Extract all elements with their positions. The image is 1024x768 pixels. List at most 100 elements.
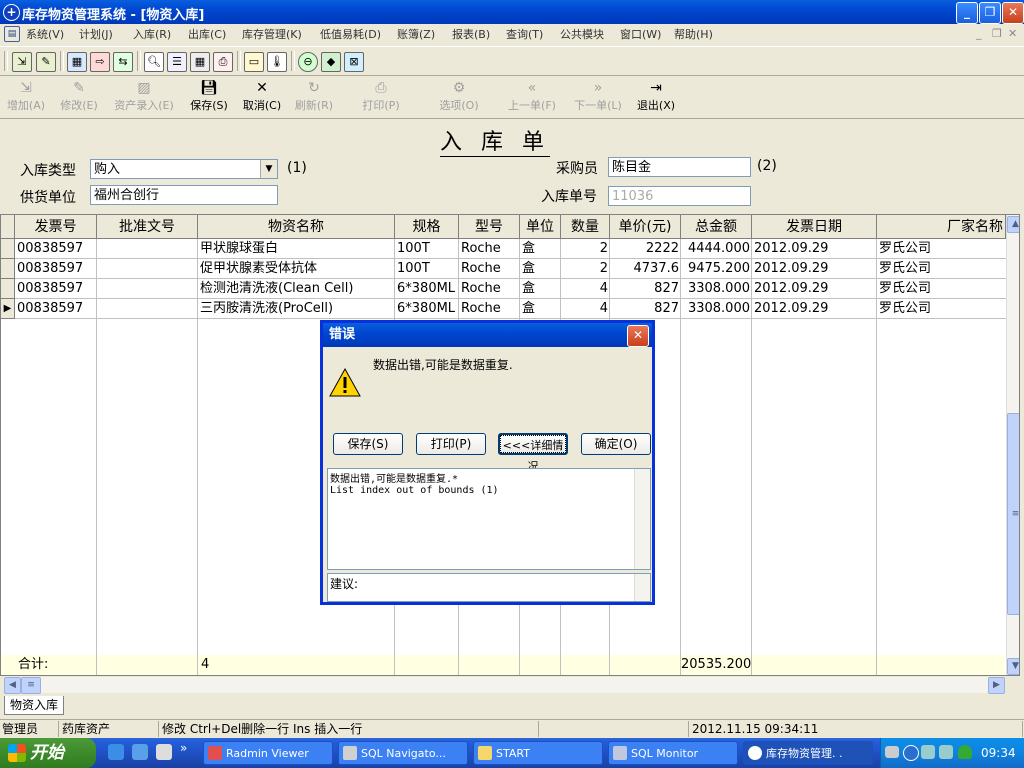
ie-icon[interactable] — [108, 744, 124, 760]
menu-outbound[interactable]: 出库(C) — [188, 26, 226, 42]
cancel-button[interactable]: ✕ 取消(C) — [240, 79, 284, 115]
task-radmin[interactable]: Radmin Viewer — [203, 741, 333, 765]
print-button[interactable]: ⎙ 打印(P) — [359, 79, 403, 115]
dialog-details-memo[interactable]: 数据出错,可能是数据重复.* List index out of bounds … — [327, 468, 651, 570]
task-start-folder[interactable]: START — [473, 741, 603, 765]
add-button[interactable]: ⇲ 增加(A) — [4, 79, 48, 115]
horizontal-scrollbar[interactable]: ◀ ≡ ▶ — [4, 677, 1005, 694]
scroll-up-icon[interactable]: ▲ — [1007, 216, 1019, 233]
dropdown-arrow-icon[interactable]: ▼ — [260, 160, 277, 178]
menu-low-value[interactable]: 低值易耗(D) — [320, 26, 381, 42]
row-indicator[interactable] — [1, 279, 15, 299]
cell-manufacturer[interactable]: 罗氏公司 — [877, 279, 1006, 299]
cell-unit-price[interactable]: 4737.6 — [610, 259, 681, 279]
cell-invoice-no[interactable]: 00838597 — [15, 259, 97, 279]
print-preview-icon[interactable]: ⎙ — [213, 52, 233, 72]
row-indicator[interactable] — [1, 259, 15, 279]
col-spec[interactable]: 规格 — [395, 215, 459, 239]
menu-plan[interactable]: 计划(J) — [79, 26, 113, 42]
col-approval-no[interactable]: 批准文号 — [97, 215, 198, 239]
suggestion-scrollbar[interactable] — [634, 574, 650, 601]
grid-icon[interactable]: ⊠ — [344, 52, 364, 72]
export-icon[interactable]: ⇨ — [90, 52, 110, 72]
browser-icon[interactable] — [132, 744, 148, 760]
prev-button[interactable]: « 上一单(F) — [503, 79, 561, 115]
cell-spec[interactable]: 100T — [395, 259, 459, 279]
asset-entry-button[interactable]: ▨ 资产录入(E) — [110, 79, 178, 115]
menu-inbound[interactable]: 入库(R) — [133, 26, 171, 42]
cell-unit[interactable]: 盒 — [520, 239, 561, 259]
refresh-button[interactable]: ↻ 刷新(R) — [292, 79, 336, 115]
menu-query[interactable]: 查询(T) — [506, 26, 543, 42]
cell-invoice-date[interactable]: 2012.09.29 — [752, 279, 877, 299]
task-inventory-app[interactable]: 库存物资管理. . — [743, 741, 873, 765]
dialog-print-button[interactable]: 打印(P) — [416, 433, 486, 455]
scroll-left-icon[interactable]: ◀ — [4, 677, 21, 694]
cell-model[interactable]: Roche — [459, 279, 520, 299]
row-indicator[interactable] — [1, 239, 15, 259]
cell-quantity[interactable]: 2 — [561, 259, 610, 279]
network2-icon[interactable] — [939, 745, 953, 759]
cell-quantity[interactable]: 2 — [561, 239, 610, 259]
mdi-restore-icon[interactable]: ❐ — [992, 27, 1002, 40]
cell-model[interactable]: Roche — [459, 239, 520, 259]
tab-inbound[interactable]: 物资入库 — [4, 696, 64, 715]
notepad-icon[interactable] — [156, 744, 172, 760]
cell-unit[interactable]: 盒 — [520, 299, 561, 319]
clock[interactable]: 09:34 — [981, 746, 1016, 760]
transfer-icon[interactable]: ⇆ — [113, 52, 133, 72]
scroll-right-icon[interactable]: ▶ — [988, 677, 1005, 694]
cell-unit-price[interactable]: 827 — [610, 279, 681, 299]
save-button[interactable]: 💾︎ 保存(S) — [187, 79, 231, 115]
exit-button[interactable]: ⇥ 退出(X) — [634, 79, 678, 115]
edit-button[interactable]: ✎ 修改(E) — [57, 79, 101, 115]
col-quantity[interactable]: 数量 — [561, 215, 610, 239]
cell-unit-price[interactable]: 827 — [610, 299, 681, 319]
cell-item-name[interactable]: 促甲状腺素受体抗体 — [198, 259, 395, 279]
cell-invoice-no[interactable]: 00838597 — [15, 279, 97, 299]
buyer-field[interactable]: 陈目金 — [608, 157, 751, 177]
cell-unit[interactable]: 盒 — [520, 279, 561, 299]
back-arrow-icon[interactable] — [903, 745, 919, 761]
dialog-suggestion-field[interactable]: 建议: — [327, 573, 651, 602]
col-model[interactable]: 型号 — [459, 215, 520, 239]
scroll-down-icon[interactable]: ▼ — [1007, 658, 1019, 675]
menu-help[interactable]: 帮助(H) — [674, 26, 713, 42]
cell-unit-price[interactable]: 2222 — [610, 239, 681, 259]
col-unit-price[interactable]: 单价(元) — [610, 215, 681, 239]
cell-approval-no[interactable] — [97, 259, 198, 279]
document-icon[interactable]: ▤ — [4, 26, 20, 42]
cell-quantity[interactable]: 4 — [561, 299, 610, 319]
cell-manufacturer[interactable]: 罗氏公司 — [877, 259, 1006, 279]
title-bar[interactable]: + 库存物资管理系统 - [物资入库] _ ❐ ✕ — [0, 0, 1024, 24]
cell-manufacturer[interactable]: 罗氏公司 — [877, 239, 1006, 259]
next-button[interactable]: » 下一单(L) — [569, 79, 627, 115]
menu-common[interactable]: 公共模块 — [560, 26, 604, 42]
cell-approval-no[interactable] — [97, 299, 198, 319]
cell-invoice-date[interactable]: 2012.09.29 — [752, 259, 877, 279]
cell-invoice-date[interactable]: 2012.09.29 — [752, 239, 877, 259]
scroll-thumb[interactable]: ≡ — [1007, 413, 1019, 615]
cell-total[interactable]: 9475.200 — [681, 259, 752, 279]
menu-window[interactable]: 窗口(W) — [620, 26, 661, 42]
options-button[interactable]: ⚙︎ 选项(O) — [437, 79, 481, 115]
task-sql-monitor[interactable]: SQL Monitor — [608, 741, 738, 765]
dialog-save-button[interactable]: 保存(S) — [333, 433, 403, 455]
cell-model[interactable]: Roche — [459, 299, 520, 319]
cell-invoice-no[interactable]: 00838597 — [15, 299, 97, 319]
type-select[interactable]: 购入 ▼ — [90, 159, 278, 179]
cell-spec[interactable]: 6*380ML — [395, 299, 459, 319]
cell-quantity[interactable]: 4 — [561, 279, 610, 299]
cell-invoice-date[interactable]: 2012.09.29 — [752, 299, 877, 319]
task-sql-navigator[interactable]: SQL Navigato... — [338, 741, 468, 765]
shield-icon[interactable] — [958, 745, 972, 759]
col-invoice-no[interactable]: 发票号 — [15, 215, 97, 239]
cell-model[interactable]: Roche — [459, 259, 520, 279]
keyboard-icon[interactable] — [885, 746, 899, 758]
app-icon[interactable]: + — [3, 4, 20, 21]
dialog-ok-button[interactable]: 确定(O) — [581, 433, 651, 455]
report-icon[interactable]: ▦ — [67, 52, 87, 72]
cell-spec[interactable]: 6*380ML — [395, 279, 459, 299]
close-button[interactable]: ✕ — [1002, 2, 1024, 24]
hscroll-thumb[interactable]: ≡ — [21, 677, 41, 694]
